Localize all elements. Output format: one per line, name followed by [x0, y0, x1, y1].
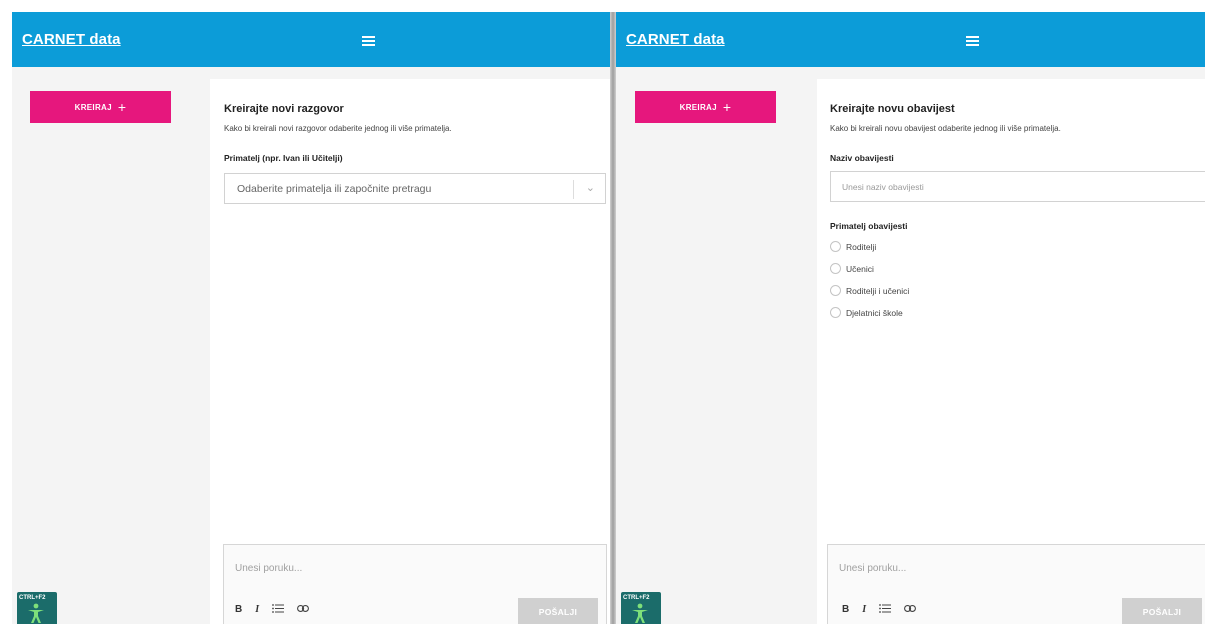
- message-input[interactable]: [828, 545, 1205, 595]
- send-button[interactable]: POŠALJI: [1122, 598, 1202, 624]
- sidebar: KREIRAJ + CTRL+F2: [616, 67, 809, 624]
- brand-link[interactable]: CARNET data: [22, 31, 121, 48]
- radio-label: Djelatnici škole: [846, 307, 903, 318]
- list-icon[interactable]: [879, 604, 892, 616]
- accessibility-widget-button[interactable]: CTRL+F2: [621, 592, 661, 624]
- radio-option-parents-and-students[interactable]: Roditelji i učenici: [830, 285, 909, 296]
- page-title: Kreirajte novu obavijest: [830, 103, 955, 115]
- italic-button[interactable]: I: [255, 605, 259, 615]
- link-icon[interactable]: [297, 605, 310, 615]
- link-icon[interactable]: [904, 605, 917, 615]
- top-bar: CARNET data: [616, 12, 1205, 67]
- radio-button[interactable]: [830, 241, 841, 252]
- radio-option-students[interactable]: Učenici: [830, 263, 874, 274]
- radio-option-school-staff[interactable]: Djelatnici škole: [830, 307, 903, 318]
- radio-label: Roditelji: [846, 241, 877, 252]
- formatting-toolbar: B I: [235, 604, 310, 616]
- radio-button[interactable]: [830, 263, 841, 274]
- recipient-select[interactable]: Odaberite primatelja ili započnite pretr…: [224, 173, 606, 204]
- notice-name-field: [830, 171, 1205, 202]
- right-window: CARNET data KREIRAJ + CTRL+F2 Kreirajte …: [616, 12, 1205, 624]
- page-subtitle: Kako bi kreirali novi razgovor odaberite…: [224, 124, 452, 133]
- select-separator: [573, 180, 574, 199]
- top-bar: CARNET data: [12, 12, 610, 67]
- message-composer: B I POŠALJI: [827, 544, 1205, 624]
- accessibility-widget-button[interactable]: CTRL+F2: [17, 592, 57, 624]
- radio-button[interactable]: [830, 307, 841, 318]
- recipient-label: Primatelj (npr. Ivan ili Učitelji): [224, 153, 343, 163]
- new-conversation-form: Kreirajte novi razgovor Kako bi kreirali…: [210, 79, 610, 624]
- italic-button[interactable]: I: [862, 605, 866, 615]
- screenshot: CARNET data KREIRAJ + CTRL+F2 Kreirajte …: [0, 0, 1205, 624]
- page-title: Kreirajte novi razgovor: [224, 103, 344, 115]
- notice-recipients-label: Primatelj obavijesti: [830, 221, 908, 231]
- notice-name-input[interactable]: [831, 172, 1205, 201]
- hamburger-menu-icon[interactable]: [362, 36, 375, 47]
- send-button[interactable]: POŠALJI: [518, 598, 598, 624]
- accessibility-person-icon: [28, 603, 44, 623]
- new-notice-form: Kreirajte novu obavijest Kako bi kreiral…: [817, 79, 1205, 624]
- hamburger-menu-icon[interactable]: [966, 36, 979, 47]
- accessibility-shortcut-label: CTRL+F2: [623, 595, 650, 601]
- chevron-down-icon[interactable]: ⌄: [586, 181, 595, 194]
- list-icon[interactable]: [272, 604, 285, 616]
- plus-icon: +: [117, 99, 127, 115]
- message-input[interactable]: [224, 545, 606, 595]
- brand-link[interactable]: CARNET data: [626, 31, 725, 48]
- bold-button[interactable]: B: [842, 605, 849, 615]
- formatting-toolbar: B I: [842, 604, 917, 616]
- left-window: CARNET data KREIRAJ + CTRL+F2 Kreirajte …: [12, 12, 610, 624]
- accessibility-shortcut-label: CTRL+F2: [19, 595, 46, 601]
- page-subtitle: Kako bi kreirali novu obavijest odaberit…: [830, 124, 1061, 133]
- accessibility-person-icon: [632, 603, 648, 623]
- create-button[interactable]: KREIRAJ +: [30, 91, 171, 123]
- create-button-label: KREIRAJ: [74, 102, 112, 112]
- plus-icon: +: [722, 99, 732, 115]
- message-composer: B I POŠALJI: [223, 544, 607, 624]
- recipient-select-placeholder: Odaberite primatelja ili započnite pretr…: [237, 183, 432, 195]
- create-button-label: KREIRAJ: [679, 102, 717, 112]
- radio-button[interactable]: [830, 285, 841, 296]
- create-button[interactable]: KREIRAJ +: [635, 91, 776, 123]
- bold-button[interactable]: B: [235, 605, 242, 615]
- radio-label: Učenici: [846, 263, 874, 274]
- radio-option-parents[interactable]: Roditelji: [830, 241, 876, 252]
- notice-name-label: Naziv obavijesti: [830, 153, 894, 163]
- radio-label: Roditelji i učenici: [846, 285, 910, 296]
- sidebar: KREIRAJ + CTRL+F2: [12, 67, 205, 624]
